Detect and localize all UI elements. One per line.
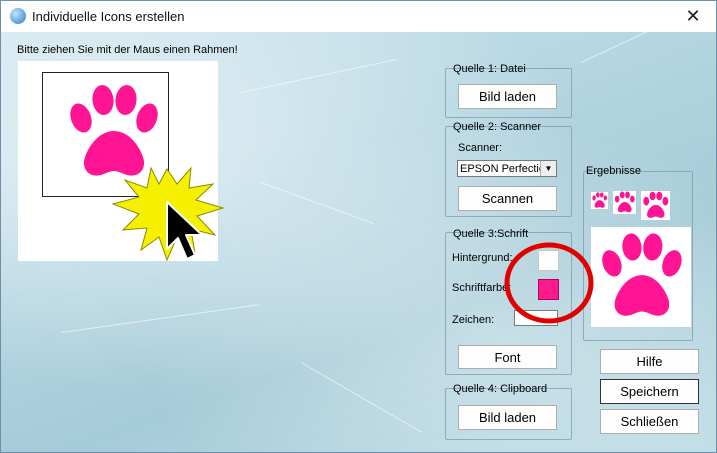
drag-instruction: Bitte ziehen Sie mit der Maus einen Rahm… [17,44,238,56]
source-file-label: Quelle 1: Datei [453,63,526,75]
title-bar: Individuelle Icons erstellen ✕ [1,1,716,32]
font-color-swatch[interactable] [538,279,559,300]
font-button[interactable]: Font [458,345,557,369]
scanner-label: Scanner: [458,142,503,154]
character-label: Zeichen: [452,314,495,326]
paw-print-icon [643,191,669,218]
background-color-label: Hintergrund: [452,252,513,264]
paw-print-icon [602,233,682,316]
background-texture [60,304,260,333]
window-title: Individuelle Icons erstellen [32,9,185,24]
result-icon-large [591,227,691,327]
close-button[interactable]: Schließen [600,409,699,434]
chevron-down-icon[interactable]: ▼ [540,161,556,176]
background-texture [300,362,423,433]
background-color-swatch[interactable] [538,250,559,271]
background-texture [580,32,681,63]
background-texture [240,58,398,93]
source-clipboard-label: Quelle 4: Clipboard [453,383,548,395]
font-color-label: Schriftfarbe: [452,282,512,294]
help-button[interactable]: Hilfe [600,349,699,374]
result-icon-16 [591,192,608,209]
background-texture [260,182,374,225]
paw-print-icon [592,192,607,208]
character-input[interactable] [514,310,558,326]
app-icon [10,8,26,24]
scanner-select-value: EPSON Perfectio [460,162,545,175]
icon-creator-window: Individuelle Icons erstellen ✕ Bitte zie… [0,0,717,453]
source-font-label: Quelle 3:Schrift [453,228,529,240]
results-label: Ergebnisse [586,165,642,177]
paw-print-icon [70,85,158,176]
save-button[interactable]: Speichern [600,379,699,404]
scan-button[interactable]: Scannen [458,186,557,211]
close-window-button[interactable]: ✕ [670,1,716,32]
dialog-client-area: Bitte ziehen Sie mit der Maus einen Rahm… [1,32,716,452]
paw-print-icon [614,191,635,213]
scanner-select[interactable]: EPSON Perfectio ▼ [457,160,557,177]
load-image-clipboard-button[interactable]: Bild laden [458,405,557,430]
load-image-file-button[interactable]: Bild laden [458,84,557,109]
result-icon-24 [613,191,636,214]
result-icon-32 [641,191,670,220]
capture-preview-area[interactable] [18,61,218,261]
source-scanner-label: Quelle 2: Scanner [453,121,542,133]
